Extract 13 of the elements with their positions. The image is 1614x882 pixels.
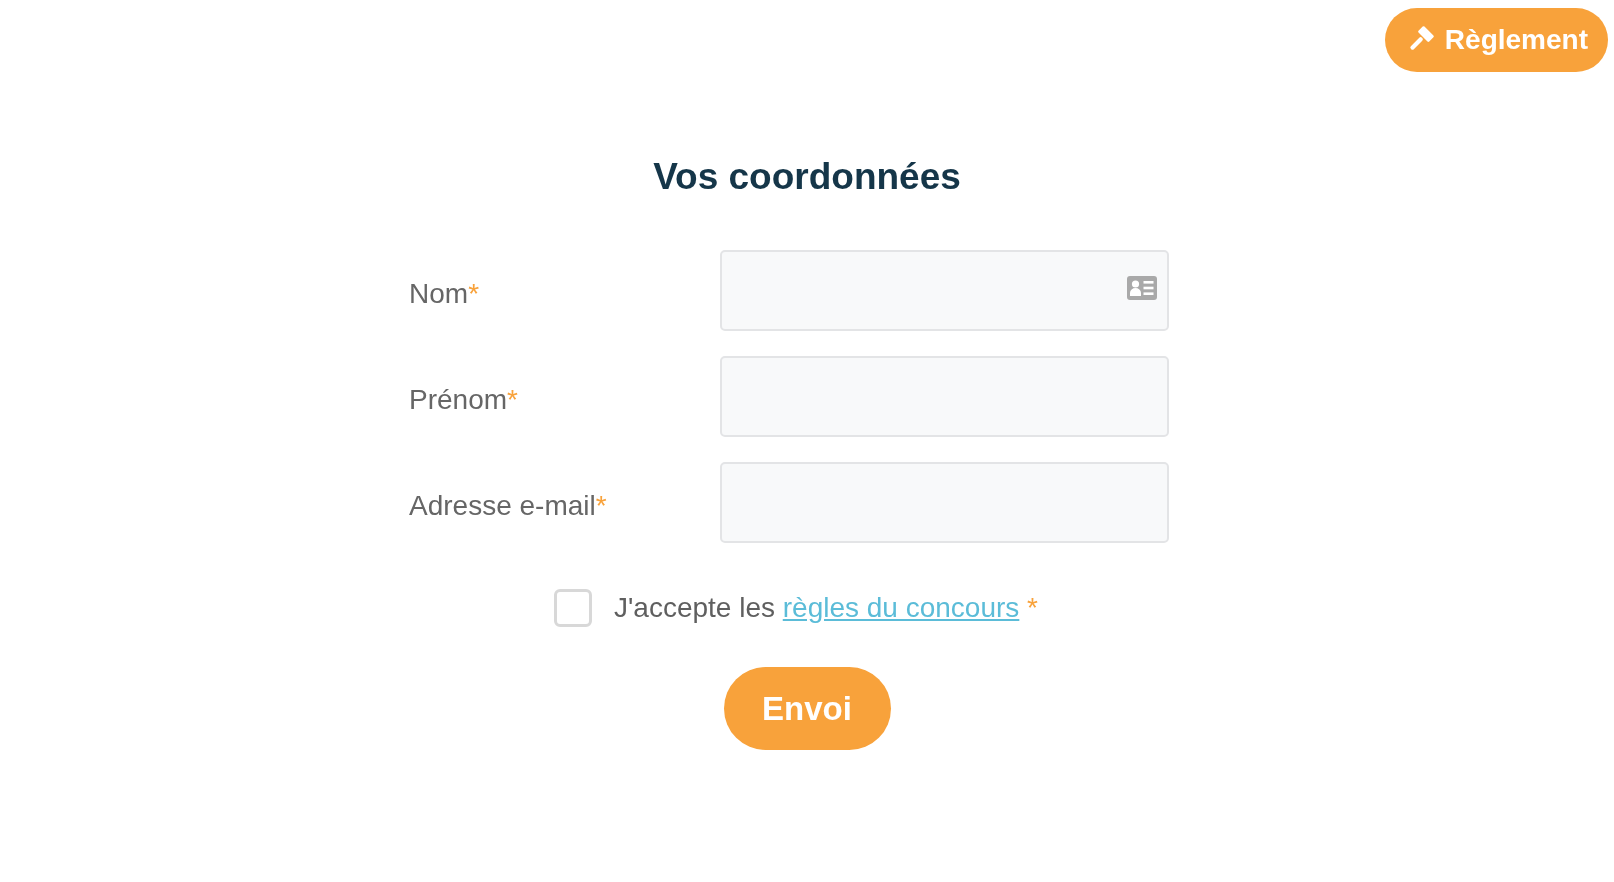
form-title: Vos coordonnées [653,155,961,199]
submit-button[interactable]: Envoi [723,667,891,750]
field-label: Nom* [409,276,480,310]
checkbox[interactable] [554,589,592,627]
field-label: Adresse e-mail* [409,488,607,522]
input-field[interactable] [720,250,1169,331]
consent-text: J'accepte les règles du concours * [614,592,1038,624]
field-label: Prénom* [409,382,518,416]
rules-button[interactable]: Règlement [1384,8,1608,72]
input-field[interactable] [720,462,1169,543]
input-field[interactable] [720,356,1169,437]
contact-card-icon [1127,275,1157,300]
rules-link[interactable]: règles du concours [782,592,1020,623]
